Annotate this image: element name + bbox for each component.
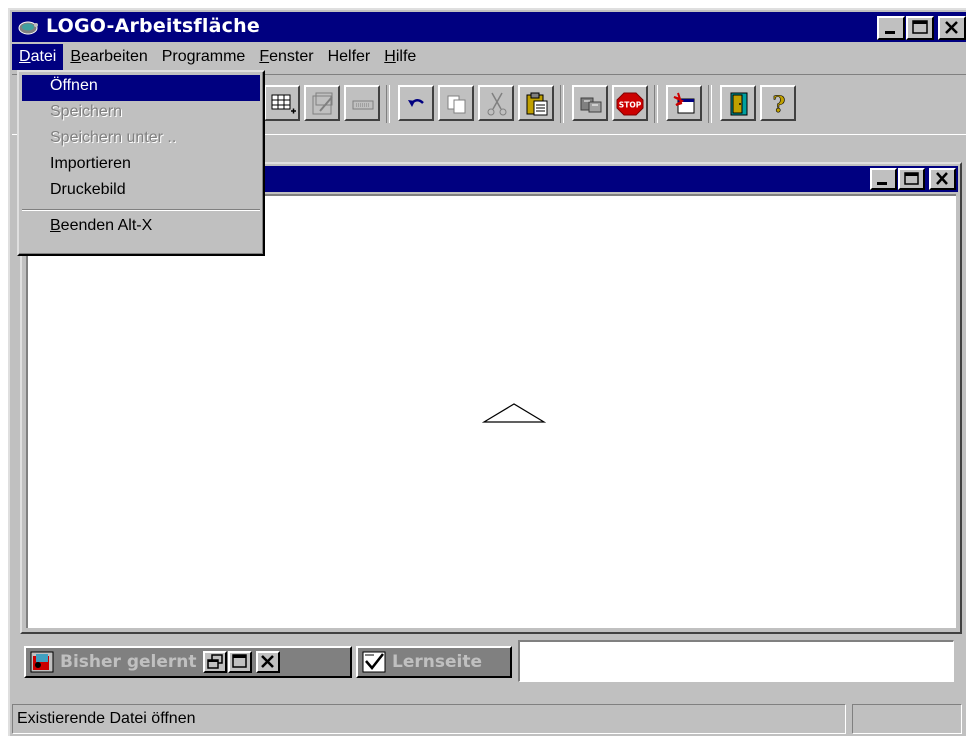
cut-icon — [487, 92, 507, 116]
toolbar-separator — [708, 85, 712, 123]
menu-item-print[interactable]: Druckebild — [22, 179, 260, 205]
execute-button[interactable] — [572, 85, 608, 121]
status-text: Existierende Datei öffnen — [12, 704, 846, 734]
toolbar-separator — [560, 85, 564, 123]
help-icon: ? — [772, 92, 786, 117]
grid-add-icon — [271, 94, 296, 114]
copy-button[interactable] — [438, 85, 474, 121]
menu-datei[interactable]: Datei — [12, 44, 64, 70]
keyboard-button[interactable] — [344, 85, 380, 121]
menu-programme-label: Programme — [161, 48, 246, 65]
minimized-area-field[interactable] — [518, 640, 954, 682]
bisher-gelernt-close-button[interactable] — [255, 651, 280, 673]
edit-procedure-button[interactable] — [304, 85, 340, 121]
menu-helfer[interactable]: Helfer — [321, 44, 378, 70]
svg-text:STOP: STOP — [619, 101, 642, 110]
stop-button[interactable]: STOP — [612, 85, 648, 121]
menu-item-import[interactable]: Importieren — [22, 153, 260, 179]
minimize-button[interactable] — [877, 16, 905, 40]
minimized-windows-area: Bisher gelernt Lernseite — [20, 636, 960, 690]
minimized-bisher-gelernt[interactable]: Bisher gelernt — [24, 646, 352, 678]
bisher-gelernt-restore-button[interactable] — [202, 651, 227, 673]
maximize-icon — [912, 20, 928, 34]
turtle-cursor-icon — [482, 403, 546, 423]
learned-book-icon — [30, 651, 54, 673]
toolbar-separator — [654, 85, 658, 123]
graphics-maximize-button[interactable] — [898, 168, 925, 190]
menu-fenster-label: enster — [269, 48, 314, 65]
keyboard-icon — [352, 100, 374, 110]
graphics-close-button[interactable] — [929, 168, 956, 190]
exit-button[interactable] — [720, 85, 756, 121]
maximize-icon — [904, 172, 919, 185]
caption-buttons — [876, 16, 966, 40]
app-logo-icon[interactable] — [16, 16, 40, 38]
window-title: LOGO-Arbeitsfläche — [46, 15, 260, 37]
menu-fenster[interactable]: Fenster — [252, 44, 320, 70]
lesson-check-icon — [362, 651, 386, 673]
minimized-lernseite-title: Lernseite — [392, 652, 482, 672]
minimized-bisher-gelernt-title: Bisher gelernt — [60, 652, 197, 672]
close-icon — [260, 655, 274, 668]
status-panel — [852, 704, 962, 734]
menu-datei-label: atei — [30, 48, 57, 65]
menu-bar: Datei Bearbeiten Programme Fenster Helfe… — [12, 44, 966, 72]
bisher-gelernt-maximize-button[interactable] — [227, 651, 252, 673]
menu-hilfe-mnemonic: H — [384, 48, 396, 65]
title-bar[interactable]: LOGO-Arbeitsfläche — [12, 12, 966, 42]
close-icon — [945, 21, 958, 34]
menu-separator — [22, 205, 260, 215]
menu-bearbeiten-mnemonic: B — [70, 48, 82, 65]
undo-button[interactable] — [398, 85, 434, 121]
menu-hilfe[interactable]: Hilfe — [377, 44, 423, 70]
window-tile-button[interactable] — [666, 85, 702, 121]
help-button[interactable]: ? — [760, 85, 796, 121]
menu-item-save[interactable]: Speichern — [22, 101, 260, 127]
file-menu-dropdown: Öffnen Speichern Speichern unter .. Impo… — [17, 70, 265, 256]
exit-door-icon — [730, 92, 748, 116]
menu-item-save-as[interactable]: Speichern unter .. — [22, 127, 260, 153]
menu-datei-mnemonic: D — [19, 48, 31, 65]
status-bar: Existierende Datei öffnen — [12, 702, 966, 736]
paste-icon — [526, 92, 548, 116]
minimize-icon — [885, 31, 895, 34]
menu-bearbeiten[interactable]: Bearbeiten — [63, 44, 154, 70]
menu-item-open[interactable]: Öffnen — [22, 75, 260, 101]
edit-page-icon — [312, 92, 333, 115]
drawing-canvas[interactable] — [26, 194, 956, 628]
minimize-icon — [877, 182, 887, 185]
run-icon — [580, 97, 602, 113]
paste-button[interactable] — [518, 85, 554, 121]
graphics-window-caption-buttons — [869, 168, 956, 190]
menu-programme[interactable]: Programme — [155, 44, 253, 70]
menu-hilfe-label: ilfe — [395, 48, 417, 65]
maximize-icon — [231, 654, 247, 668]
menu-helfer-label: Helfer — [327, 48, 371, 65]
stop-icon: STOP — [616, 92, 644, 116]
maximize-button[interactable] — [906, 16, 934, 40]
graphics-minimize-button[interactable] — [870, 168, 897, 190]
close-icon — [936, 172, 948, 185]
menu-item-exit[interactable]: Beenden Alt-X — [22, 215, 260, 241]
toolbar-separator — [386, 85, 390, 123]
menu-bearbeiten-label: earbeiten — [81, 48, 148, 65]
undo-icon — [408, 99, 424, 107]
window-star-icon — [673, 92, 695, 114]
menu-fenster-mnemonic: F — [259, 48, 270, 65]
cut-button[interactable] — [478, 85, 514, 121]
menu-item-exit-mnemonic: B — [50, 217, 61, 234]
minimized-lernseite[interactable]: Lernseite — [356, 646, 512, 678]
restore-icon — [206, 654, 223, 669]
new-grid-button[interactable] — [264, 85, 300, 121]
copy-icon — [447, 95, 466, 114]
close-button[interactable] — [938, 16, 966, 40]
svg-text:?: ? — [773, 92, 786, 117]
menu-item-exit-label: eenden Alt-X — [60, 217, 153, 234]
